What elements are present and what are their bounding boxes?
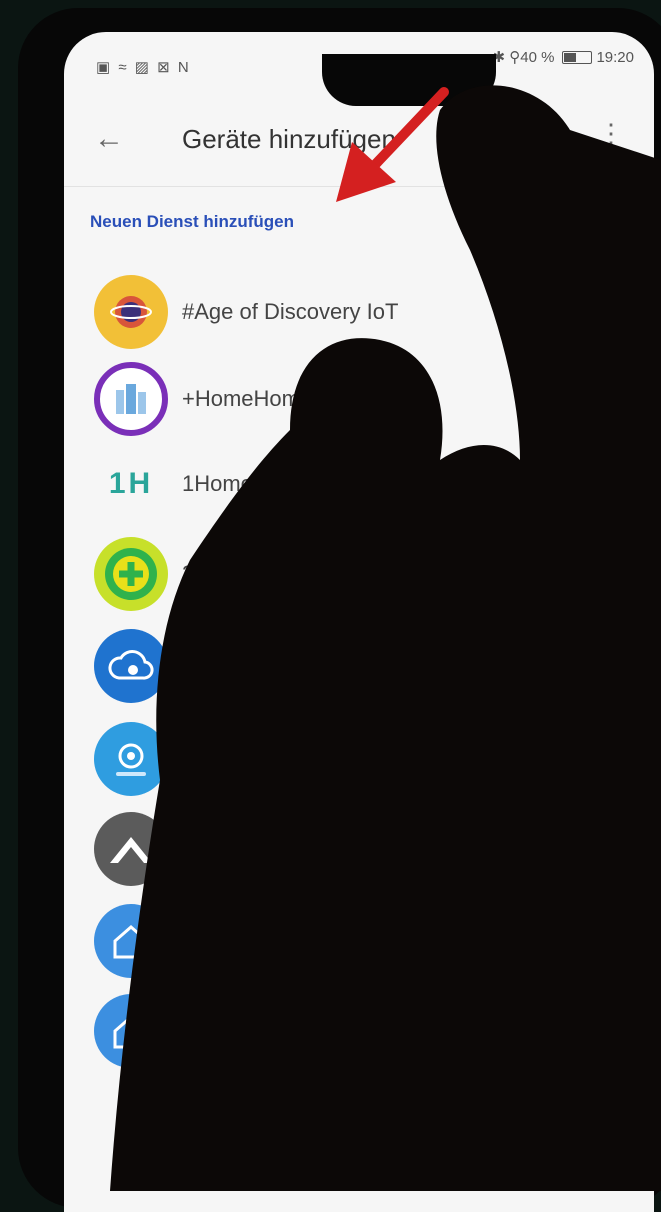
red-arrow-icon	[336, 87, 449, 202]
